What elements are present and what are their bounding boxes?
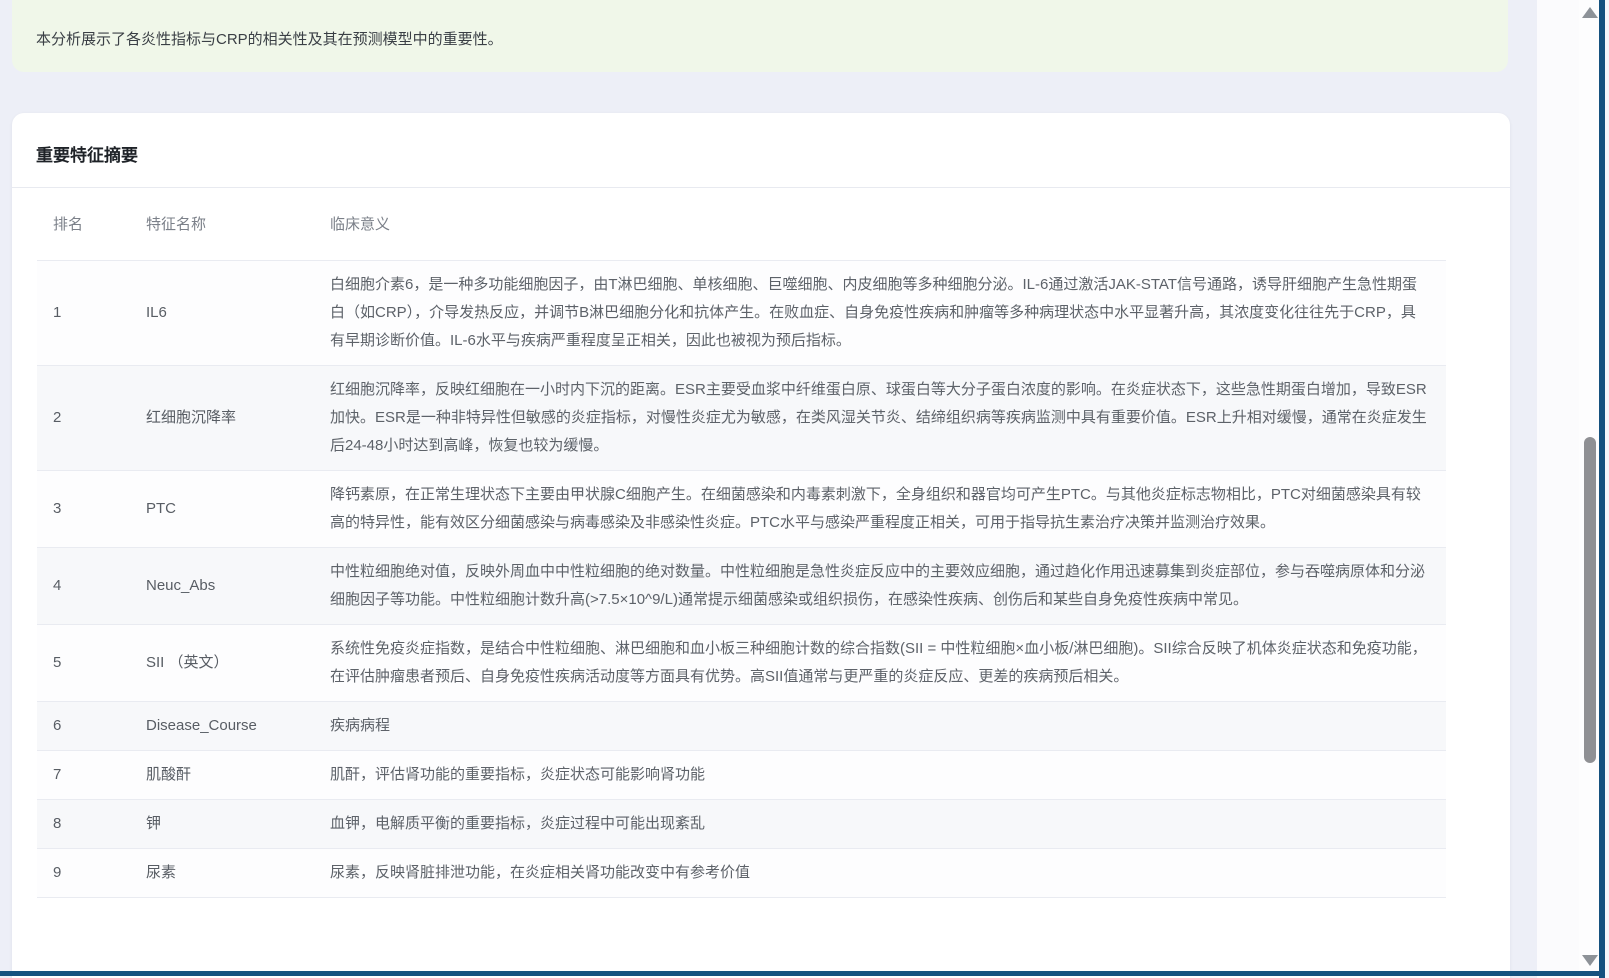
table-row: 2 红细胞沉降率 红细胞沉降率，反映红细胞在一小时内下沉的距离。ESR主要受血浆… [37, 366, 1446, 471]
clinical-significance-cell: 中性粒细胞绝对值，反映外周血中中性粒细胞的绝对数量。中性粒细胞是急性炎症反应中的… [314, 548, 1446, 625]
rank-cell: 4 [37, 548, 130, 625]
scroll-down-icon[interactable] [1582, 955, 1598, 966]
table-row: 1 IL6 白细胞介素6，是一种多功能细胞因子，由T淋巴细胞、单核细胞、巨噬细胞… [37, 261, 1446, 366]
feature-name-cell: 尿素 [130, 849, 314, 898]
clinical-significance-cell: 白细胞介素6，是一种多功能细胞因子，由T淋巴细胞、单核细胞、巨噬细胞、内皮细胞等… [314, 261, 1446, 366]
analysis-note-text: 本分析展示了各炎性指标与CRP的相关性及其在预测模型中的重要性。 [36, 28, 503, 49]
scrollbar-thumb[interactable] [1584, 437, 1596, 763]
page-background: 本分析展示了各炎性指标与CRP的相关性及其在预测模型中的重要性。 重要特征摘要 … [0, 0, 1537, 978]
table-row: 9 尿素 尿素，反映肾脏排泄功能，在炎症相关肾功能改变中有参考价值 [37, 849, 1446, 898]
vertical-scrollbar[interactable] [1579, 0, 1599, 978]
table-row: 6 Disease_Course 疾病病程 [37, 702, 1446, 751]
feature-name-cell: Disease_Course [130, 702, 314, 751]
window-edge-bottom [0, 971, 1605, 976]
table-row: 3 PTC 降钙素原，在正常生理状态下主要由甲状腺C细胞产生。在细菌感染和内毒素… [37, 471, 1446, 548]
table-row: 4 Neuc_Abs 中性粒细胞绝对值，反映外周血中中性粒细胞的绝对数量。中性粒… [37, 548, 1446, 625]
feature-name-cell: Neuc_Abs [130, 548, 314, 625]
feature-name-cell: SII （英文） [130, 625, 314, 702]
feature-name-cell: 红细胞沉降率 [130, 366, 314, 471]
rank-cell: 1 [37, 261, 130, 366]
feature-name-cell: 肌酸酐 [130, 751, 314, 800]
rank-cell: 9 [37, 849, 130, 898]
rank-cell: 6 [37, 702, 130, 751]
clinical-significance-cell: 红细胞沉降率，反映红细胞在一小时内下沉的距离。ESR主要受血浆中纤维蛋白原、球蛋… [314, 366, 1446, 471]
table-row: 5 SII （英文） 系统性免疫炎症指数，是结合中性粒细胞、淋巴细胞和血小板三种… [37, 625, 1446, 702]
rank-cell: 8 [37, 800, 130, 849]
table-row: 8 钾 血钾，电解质平衡的重要指标，炎症过程中可能出现紊乱 [37, 800, 1446, 849]
table-row: 7 肌酸酐 肌酐，评估肾功能的重要指标，炎症状态可能影响肾功能 [37, 751, 1446, 800]
clinical-significance-cell: 疾病病程 [314, 702, 1446, 751]
card-title: 重要特征摘要 [36, 141, 1486, 166]
feature-table-wrap: 排名 特征名称 临床意义 1 IL6 白细胞介素6，是一种多功能细胞因子，由T淋… [12, 188, 1510, 898]
feature-table-body: 1 IL6 白细胞介素6，是一种多功能细胞因子，由T淋巴细胞、单核细胞、巨噬细胞… [37, 261, 1446, 898]
rank-cell: 2 [37, 366, 130, 471]
feature-name-cell: PTC [130, 471, 314, 548]
feature-name-cell: IL6 [130, 261, 314, 366]
rank-cell: 5 [37, 625, 130, 702]
clinical-significance-cell: 血钾，电解质平衡的重要指标，炎症过程中可能出现紊乱 [314, 800, 1446, 849]
app-viewport: 本分析展示了各炎性指标与CRP的相关性及其在预测模型中的重要性。 重要特征摘要 … [0, 0, 1609, 978]
clinical-significance-cell: 降钙素原，在正常生理状态下主要由甲状腺C细胞产生。在细菌感染和内毒素刺激下，全身… [314, 471, 1446, 548]
header-feature-name: 特征名称 [130, 188, 314, 261]
clinical-significance-cell: 系统性免疫炎症指数，是结合中性粒细胞、淋巴细胞和血小板三种细胞计数的综合指数(S… [314, 625, 1446, 702]
header-rank: 排名 [37, 188, 130, 261]
card-header: 重要特征摘要 [12, 113, 1510, 188]
rank-cell: 7 [37, 751, 130, 800]
feature-summary-card: 重要特征摘要 排名 特征名称 临床意义 [12, 113, 1510, 978]
header-clinical-significance: 临床意义 [314, 188, 1446, 261]
window-edge-right-outer [1605, 0, 1609, 978]
table-header-row: 排名 特征名称 临床意义 [37, 188, 1446, 261]
feature-name-cell: 钾 [130, 800, 314, 849]
rank-cell: 3 [37, 471, 130, 548]
analysis-note-banner: 本分析展示了各炎性指标与CRP的相关性及其在预测模型中的重要性。 [12, 0, 1508, 72]
feature-table: 排名 特征名称 临床意义 1 IL6 白细胞介素6，是一种多功能细胞因子，由T淋… [37, 188, 1446, 898]
clinical-significance-cell: 尿素，反映肾脏排泄功能，在炎症相关肾功能改变中有参考价值 [314, 849, 1446, 898]
scroll-up-icon[interactable] [1582, 7, 1598, 18]
clinical-significance-cell: 肌酐，评估肾功能的重要指标，炎症状态可能影响肾功能 [314, 751, 1446, 800]
